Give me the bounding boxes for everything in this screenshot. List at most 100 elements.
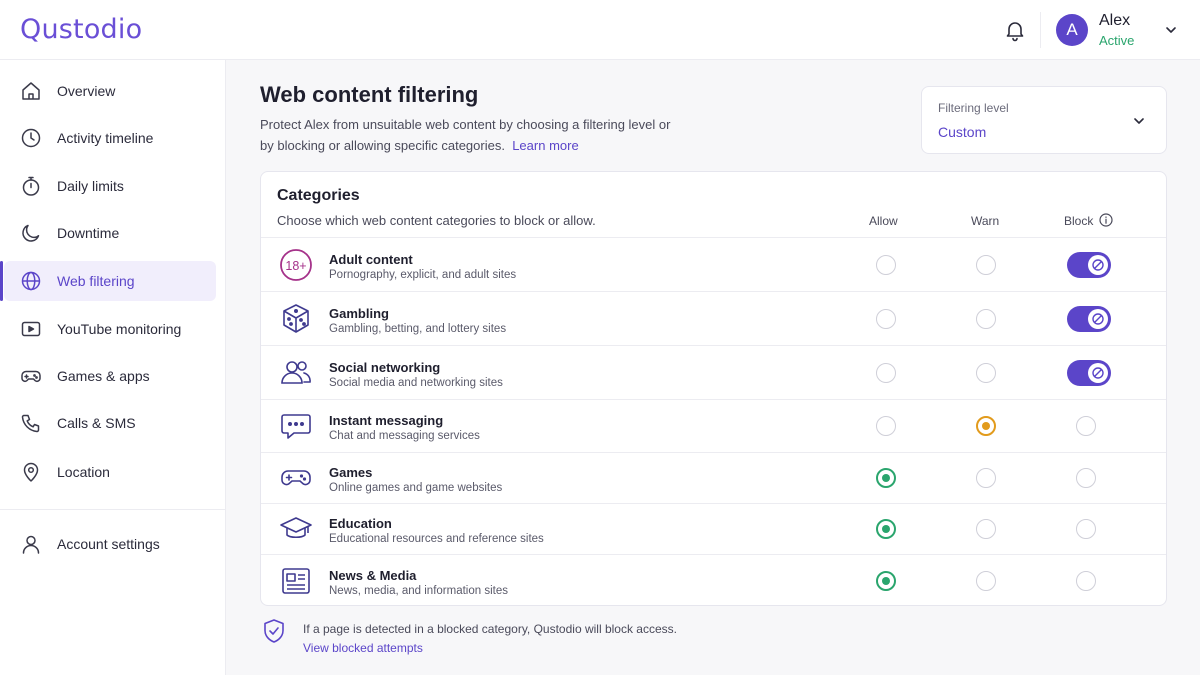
sidebar-item-label: Overview <box>57 83 116 99</box>
clock-icon <box>20 127 42 149</box>
sidebar-item-web-filtering[interactable]: Web filtering <box>0 261 216 301</box>
home-icon <box>20 80 42 102</box>
category-description: Educational resources and reference site… <box>329 533 544 545</box>
top-header: Qustodio A Alex Active <box>0 0 1200 60</box>
blocked-info-text: If a page is detected in a blocked categ… <box>303 622 677 636</box>
header-divider <box>1040 12 1041 48</box>
block-radio[interactable] <box>1076 571 1096 591</box>
learn-more-link[interactable]: Learn more <box>512 138 578 153</box>
bell-icon[interactable] <box>1003 18 1027 42</box>
categories-card: Categories Choose which web content cate… <box>260 171 1167 606</box>
block-toggle[interactable] <box>1067 360 1111 386</box>
category-row-education: Education Educational resources and refe… <box>261 503 1166 554</box>
warn-radio[interactable] <box>976 468 996 488</box>
graduation-cap-icon <box>280 517 312 539</box>
warn-radio[interactable] <box>976 416 996 436</box>
filtering-level-label: Filtering level <box>938 101 1009 115</box>
user-status: Active <box>1099 33 1135 48</box>
page-title: Web content filtering <box>260 82 479 107</box>
sidebar-item-overview[interactable]: Overview <box>4 71 216 111</box>
sidebar: Overview Activity timeline Daily limits … <box>0 60 226 675</box>
sidebar-item-youtube-monitoring[interactable]: YouTube monitoring <box>4 309 216 349</box>
block-radio[interactable] <box>1076 519 1096 539</box>
category-row-gambling: Gambling Gambling, betting, and lottery … <box>261 291 1166 345</box>
allow-radio[interactable] <box>876 309 896 329</box>
chevron-down-icon[interactable] <box>1164 23 1178 37</box>
people-icon <box>281 361 311 384</box>
play-icon <box>20 318 42 340</box>
category-description: Chat and messaging services <box>329 430 480 442</box>
chat-bubble-icon <box>281 414 311 439</box>
sidebar-item-activity-timeline[interactable]: Activity timeline <box>4 118 216 158</box>
category-row-adult-content: 18+ Adult content Pornography, explicit,… <box>261 237 1166 291</box>
gamepad-icon <box>20 365 42 387</box>
sidebar-divider <box>0 509 226 510</box>
warn-radio[interactable] <box>976 255 996 275</box>
sidebar-item-label: Daily limits <box>57 178 124 194</box>
allow-radio[interactable] <box>876 519 896 539</box>
globe-icon <box>20 270 42 292</box>
categories-title: Categories <box>277 187 360 204</box>
category-name: Games <box>329 465 373 480</box>
sidebar-item-label: Downtime <box>57 225 120 241</box>
warn-radio[interactable] <box>976 571 996 591</box>
shield-check-icon <box>264 619 284 643</box>
category-name: Education <box>329 516 392 531</box>
category-name: Social networking <box>329 360 441 375</box>
column-header-allow: Allow <box>869 214 898 228</box>
sidebar-item-label: Web filtering <box>57 273 135 289</box>
sidebar-item-daily-limits[interactable]: Daily limits <box>4 166 216 206</box>
view-blocked-attempts-link[interactable]: View blocked attempts <box>303 641 423 655</box>
svg-text:18+: 18+ <box>285 259 306 273</box>
location-pin-icon <box>20 461 42 483</box>
category-row-news-media: News & Media News, media, and informatio… <box>261 554 1166 605</box>
categories-subtitle: Choose which web content categories to b… <box>277 213 596 228</box>
block-radio[interactable] <box>1076 416 1096 436</box>
block-icon <box>1088 255 1108 275</box>
description-text: Protect Alex from unsuitable web content… <box>260 117 671 153</box>
sidebar-item-downtime[interactable]: Downtime <box>4 213 216 253</box>
sidebar-item-label: YouTube monitoring <box>57 321 182 337</box>
filtering-level-value: Custom <box>938 124 987 140</box>
category-row-games: Games Online games and game websites <box>261 452 1166 503</box>
warn-radio[interactable] <box>976 363 996 383</box>
sidebar-item-account-settings[interactable]: Account settings <box>4 524 216 564</box>
category-description: Pornography, explicit, and adult sites <box>329 269 517 281</box>
block-toggle[interactable] <box>1067 306 1111 332</box>
allow-radio[interactable] <box>876 255 896 275</box>
gamepad-icon <box>281 470 311 486</box>
column-header-block: Block <box>1064 214 1094 228</box>
sidebar-item-games-apps[interactable]: Games & apps <box>4 356 216 396</box>
allow-radio[interactable] <box>876 571 896 591</box>
allow-radio[interactable] <box>876 468 896 488</box>
moon-icon <box>20 222 42 244</box>
warn-radio[interactable] <box>976 309 996 329</box>
block-icon <box>1088 309 1108 329</box>
chevron-down-icon <box>1134 118 1144 124</box>
block-toggle[interactable] <box>1067 252 1111 278</box>
page-description: Protect Alex from unsuitable web content… <box>260 114 680 156</box>
category-name: Gambling <box>329 306 389 321</box>
sidebar-item-calls-sms[interactable]: Calls & SMS <box>4 403 216 443</box>
category-name: Instant messaging <box>329 413 444 428</box>
phone-icon <box>20 412 42 434</box>
sidebar-item-location[interactable]: Location <box>4 452 216 492</box>
stopwatch-icon <box>20 175 42 197</box>
dice-icon <box>283 304 309 333</box>
user-name[interactable]: Alex <box>1099 12 1130 30</box>
block-radio[interactable] <box>1076 468 1096 488</box>
avatar[interactable]: A <box>1056 14 1088 46</box>
allow-radio[interactable] <box>876 416 896 436</box>
sidebar-item-label: Games & apps <box>57 368 150 384</box>
adult-18-icon: 18+ <box>280 249 312 281</box>
info-icon[interactable] <box>1099 213 1113 227</box>
category-name: Adult content <box>329 252 413 267</box>
sidebar-item-label: Account settings <box>57 536 160 552</box>
column-header-warn: Warn <box>971 214 1000 228</box>
sidebar-item-label: Activity timeline <box>57 130 154 146</box>
category-description: News, media, and information sites <box>329 585 508 597</box>
allow-radio[interactable] <box>876 363 896 383</box>
warn-radio[interactable] <box>976 519 996 539</box>
filtering-level-dropdown[interactable]: Filtering level Custom <box>921 86 1167 154</box>
qustodio-logo[interactable]: Qustodio <box>20 14 142 45</box>
